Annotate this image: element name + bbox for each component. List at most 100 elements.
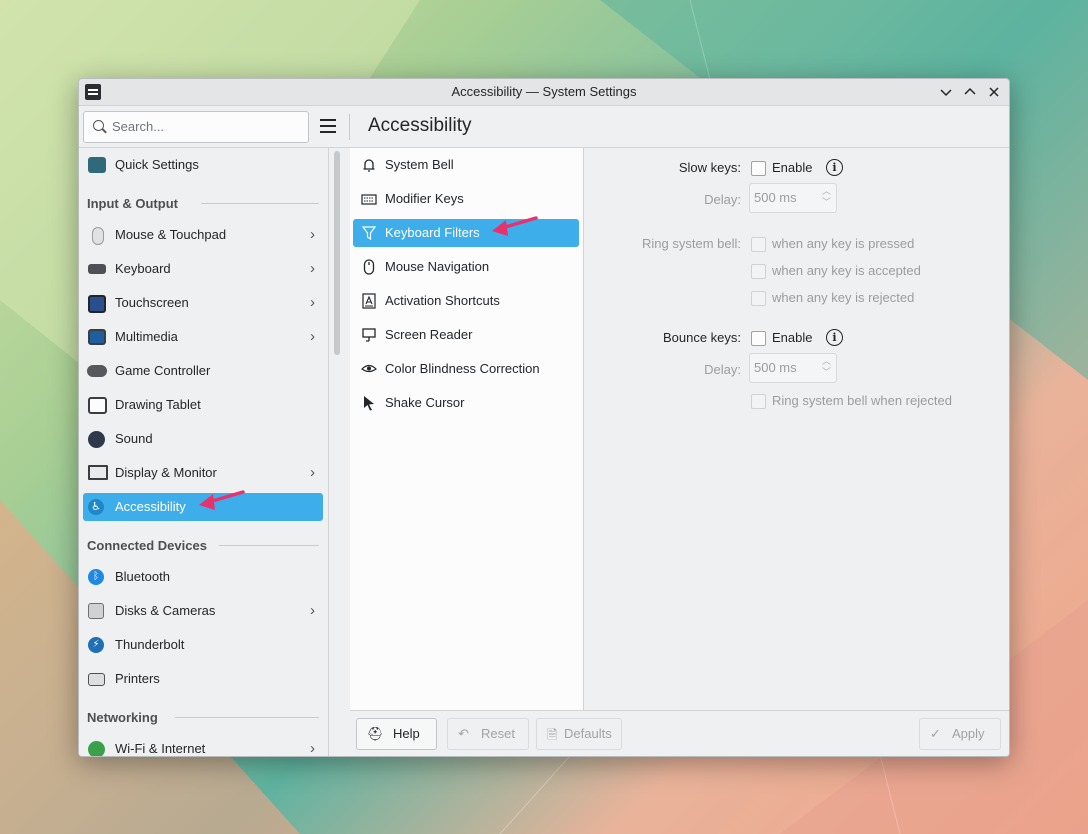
reset-button[interactable]: ↶ Reset — [447, 718, 529, 750]
close-button[interactable] — [985, 83, 1003, 101]
sidebar-item-thunderbolt[interactable]: ⚡ Thunderbolt — [83, 631, 323, 659]
document-revert-icon: 🗎 — [547, 727, 558, 742]
sidebar-item-label: Disks & Cameras — [115, 603, 216, 618]
chevron-right-icon: › — [310, 328, 315, 345]
reset-button-label: Reset — [481, 726, 515, 741]
bluetooth-icon: ᛒ — [88, 569, 104, 585]
spinbox-value: 500 ms — [754, 190, 797, 205]
bell-icon — [363, 159, 375, 172]
minimize-button[interactable] — [937, 83, 955, 101]
search-icon — [93, 120, 104, 131]
sidebar-item-multimedia[interactable]: Multimedia › — [83, 323, 323, 351]
disks-icon — [88, 603, 104, 619]
annotation-arrow — [199, 490, 245, 510]
sidebar: Quick Settings Input & Output Mouse & To… — [79, 148, 329, 756]
apply-button-label: Apply — [952, 726, 985, 741]
window-title: Accessibility — System Settings — [451, 84, 637, 99]
chevron-right-icon: › — [310, 226, 315, 243]
category-label: Mouse Navigation — [385, 259, 490, 274]
header-toolbar: Accessibility — [79, 106, 1009, 148]
ring-system-bell-label: Ring system bell: — [642, 236, 741, 251]
sidebar-item-label: Quick Settings — [115, 157, 199, 172]
thunderbolt-icon: ⚡ — [88, 637, 104, 653]
keyboard-filters-settings: Slow keys: Enable i Delay: 500 ms ︿ ﹀ Rin… — [584, 148, 1009, 710]
apply-button[interactable]: ✓ Apply — [919, 718, 1001, 750]
info-icon[interactable]: i — [826, 329, 843, 346]
category-label: Screen Reader — [385, 327, 473, 342]
info-icon[interactable]: i — [826, 159, 843, 176]
category-screen-reader[interactable]: Screen Reader — [353, 321, 579, 349]
spin-arrows-icon[interactable]: ︿ ﹀ — [822, 186, 831, 208]
hamburger-menu-button[interactable] — [320, 119, 336, 133]
search-input[interactable] — [110, 118, 304, 135]
sidebar-item-drawing-tablet[interactable]: Drawing Tablet — [83, 391, 323, 419]
screen-reader-icon — [362, 328, 376, 342]
drawing-tablet-icon — [88, 397, 107, 414]
sidebar-item-bluetooth[interactable]: ᛒ Bluetooth — [83, 563, 323, 591]
category-system-bell[interactable]: System Bell — [353, 151, 579, 179]
cursor-icon — [364, 396, 374, 411]
ring-accepted-checkbox[interactable] — [751, 264, 766, 279]
category-label: Keyboard Filters — [385, 225, 480, 240]
category-activation-shortcuts[interactable]: Activation Shortcuts — [353, 287, 579, 315]
keyboard-icon — [361, 194, 377, 205]
sidebar-item-keyboard[interactable]: Keyboard › — [83, 255, 323, 283]
slow-keys-label: Slow keys: — [678, 160, 741, 175]
page-title: Accessibility — [368, 115, 472, 136]
eye-icon — [361, 364, 377, 373]
sidebar-item-label: Wi-Fi & Internet — [115, 741, 206, 756]
ring-pressed-checkbox[interactable] — [751, 237, 766, 252]
bounce-keys-enable-label: Enable — [772, 330, 813, 345]
settings-window: Accessibility — System Settings Accessib… — [78, 78, 1010, 757]
chevron-right-icon: › — [310, 740, 315, 756]
sidebar-item-disks[interactable]: Disks & Cameras › — [83, 597, 323, 625]
help-lifebuoy-icon: ⛑ — [367, 726, 384, 741]
printer-icon — [88, 673, 105, 686]
sidebar-item-wifi[interactable]: Wi-Fi & Internet › — [83, 735, 323, 756]
category-mouse-navigation[interactable]: Mouse Navigation — [353, 253, 579, 281]
slow-keys-checkbox[interactable] — [751, 161, 766, 176]
sidebar-item-mouse[interactable]: Mouse & Touchpad › — [83, 221, 323, 249]
sidebar-item-display[interactable]: Display & Monitor › — [83, 459, 323, 487]
maximize-button[interactable] — [961, 83, 979, 101]
sidebar-item-game-controller[interactable]: Game Controller — [83, 357, 323, 385]
title-bar[interactable]: Accessibility — System Settings — [79, 79, 1009, 106]
chevron-right-icon: › — [310, 294, 315, 311]
sidebar-item-label: Drawing Tablet — [115, 397, 201, 412]
bounce-ring-checkbox[interactable] — [751, 394, 766, 409]
category-shake-cursor[interactable]: Shake Cursor — [353, 389, 579, 417]
spinbox-value: 500 ms — [754, 360, 797, 375]
sidebar-item-printers[interactable]: Printers — [83, 665, 323, 693]
sidebar-item-label: Mouse & Touchpad — [115, 227, 227, 242]
search-box[interactable] — [83, 111, 309, 143]
category-modifier-keys[interactable]: Modifier Keys — [353, 185, 579, 213]
chevron-right-icon: › — [310, 464, 315, 481]
ring-rejected-checkbox[interactable] — [751, 291, 766, 306]
filter-icon — [361, 226, 377, 241]
bounce-keys-delay-spinbox[interactable]: 500 ms ︿ ﹀ — [749, 353, 837, 383]
help-button[interactable]: ⛑ Help — [356, 718, 437, 750]
defaults-button[interactable]: 🗎 Defaults — [536, 718, 622, 750]
sidebar-item-label: Multimedia — [115, 329, 178, 344]
sidebar-item-quick-settings[interactable]: Quick Settings — [83, 151, 323, 179]
sidebar-scrollbar[interactable] — [334, 151, 340, 355]
category-label: Modifier Keys — [385, 191, 464, 206]
chevron-right-icon: › — [310, 260, 315, 277]
annotation-arrow — [492, 216, 538, 236]
bounce-ring-label: Ring system bell when rejected — [772, 393, 952, 408]
section-divider — [219, 545, 319, 546]
defaults-button-label: Defaults — [564, 726, 612, 741]
spin-arrows-icon[interactable]: ︿ ﹀ — [822, 356, 831, 378]
bounce-keys-checkbox[interactable] — [751, 331, 766, 346]
sidebar-item-label: Keyboard — [115, 261, 171, 276]
multimedia-icon — [88, 329, 106, 345]
bounce-keys-label: Bounce keys: — [662, 330, 741, 345]
slow-keys-delay-spinbox[interactable]: 500 ms ︿ ﹀ — [749, 183, 837, 213]
section-header-connected-devices: Connected Devices — [87, 538, 207, 553]
sidebar-item-touchscreen[interactable]: Touchscreen › — [83, 289, 323, 317]
ring-accepted-label: when any key is accepted — [772, 263, 921, 278]
category-color-blindness[interactable]: Color Blindness Correction — [353, 355, 579, 383]
sidebar-item-sound[interactable]: Sound — [83, 425, 323, 453]
quick-settings-icon — [88, 157, 106, 173]
bounce-keys-delay-label: Delay: — [704, 362, 741, 377]
